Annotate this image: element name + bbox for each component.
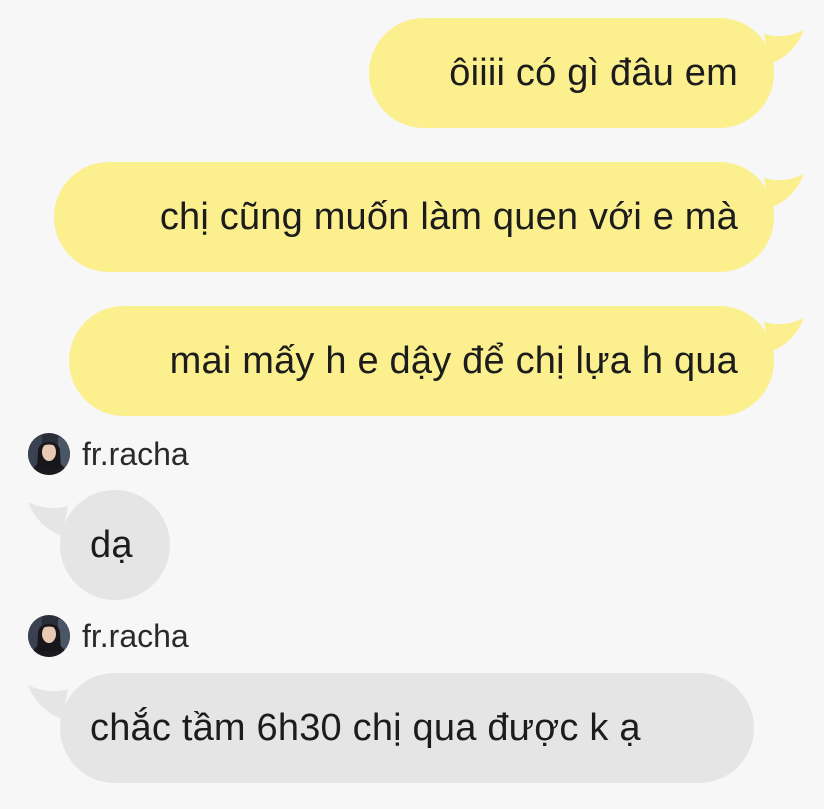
sender-header: fr.racha: [28, 614, 189, 658]
message-text: dạ: [90, 523, 133, 566]
sender-name: fr.racha: [82, 617, 189, 654]
sender-header: fr.racha: [28, 432, 189, 476]
avatar-icon[interactable]: [28, 615, 70, 657]
bubble-tail-icon: [764, 30, 804, 64]
message-text: ôiiii có gì đâu em: [449, 51, 738, 94]
avatar-icon[interactable]: [28, 433, 70, 475]
incoming-message[interactable]: dạ: [28, 490, 170, 600]
bubble-tail-icon: [764, 174, 804, 208]
chat-thread: ôiiii có gì đâu em chị cũng muốn làm que…: [0, 0, 824, 809]
outgoing-message[interactable]: ôiiii có gì đâu em: [369, 18, 804, 128]
bubble-tail-icon: [28, 502, 68, 536]
bubble-tail-icon: [28, 685, 68, 719]
outgoing-message[interactable]: chị cũng muốn làm quen với e mà: [54, 162, 804, 272]
message-text: mai mấy h e dậy để chị lựa h qua: [169, 339, 738, 382]
message-text: chị cũng muốn làm quen với e mà: [159, 195, 738, 238]
outgoing-message[interactable]: mai mấy h e dậy để chị lựa h qua: [69, 306, 804, 416]
incoming-message[interactable]: chắc tầm 6h30 chị qua được k ạ: [28, 673, 754, 783]
sender-name: fr.racha: [82, 435, 189, 472]
message-text: chắc tầm 6h30 chị qua được k ạ: [90, 706, 641, 749]
bubble-tail-icon: [764, 318, 804, 352]
